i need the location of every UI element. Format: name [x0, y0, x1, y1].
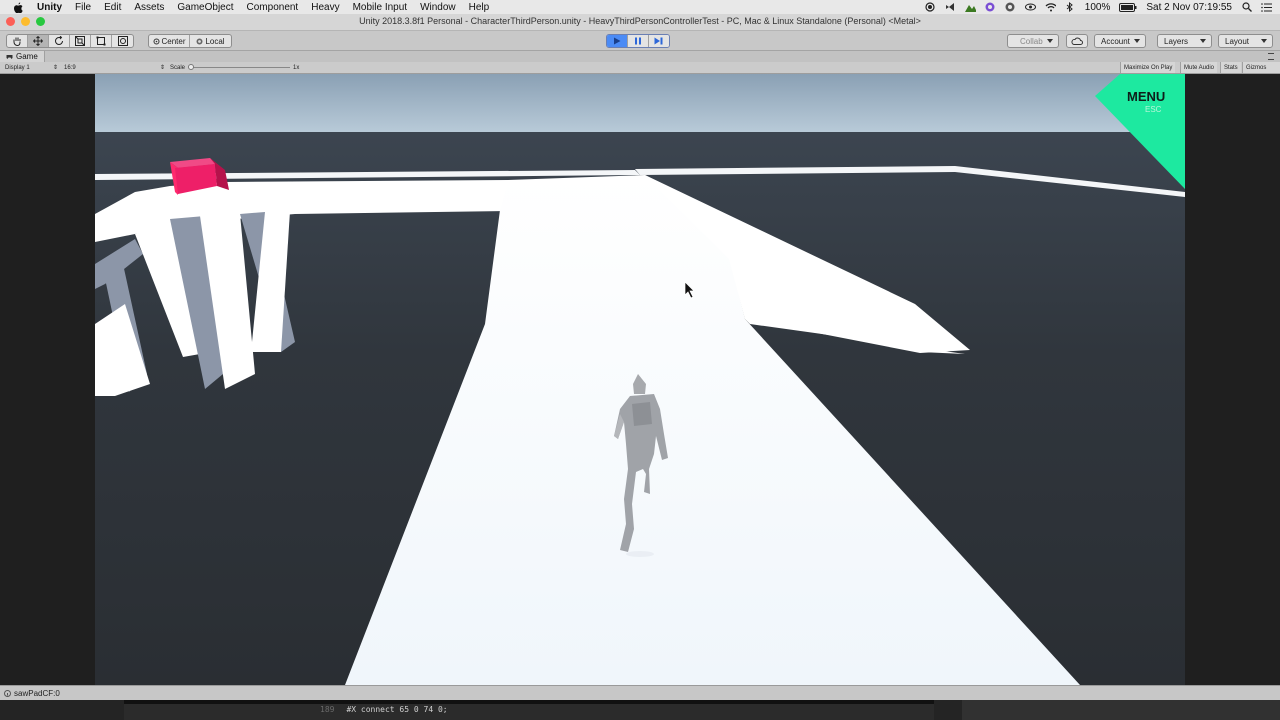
- status-tray: 100% Sat 2 Nov 07:19:55: [925, 0, 1272, 14]
- code-line-number: 189: [320, 705, 335, 714]
- transform-tools: [6, 34, 134, 48]
- game-viewport[interactable]: MENU ESC: [0, 74, 1280, 685]
- background-right-panel: [962, 700, 1280, 720]
- step-forward-icon: [654, 37, 663, 45]
- eye-icon[interactable]: [1024, 2, 1036, 13]
- tab-game[interactable]: Game: [0, 51, 45, 62]
- screen: Unity File Edit Assets GameObject Compon…: [0, 0, 1280, 720]
- system-menu-bar: Unity File Edit Assets GameObject Compon…: [0, 0, 1280, 14]
- battery-percent: 100%: [1084, 1, 1111, 13]
- aspect-dropdown[interactable]: 16:9 ⇕: [64, 63, 165, 72]
- transform-tool-button[interactable]: [112, 35, 133, 47]
- scale-tool-button[interactable]: [70, 35, 91, 47]
- status-bar: sawPadCF:0: [0, 685, 1280, 700]
- move-icon: [33, 36, 43, 46]
- menu-assets[interactable]: Assets: [134, 2, 164, 13]
- scale-slider-track[interactable]: [190, 67, 290, 68]
- pivot-center-button[interactable]: Center: [149, 35, 191, 47]
- account-dropdown[interactable]: Account: [1094, 34, 1146, 48]
- wifi-icon[interactable]: [1045, 2, 1056, 13]
- battery-icon[interactable]: [1119, 2, 1137, 13]
- bluetooth-icon[interactable]: [1065, 2, 1076, 13]
- scale-icon: [75, 36, 85, 46]
- game-tab-strip: Game: [0, 51, 1280, 62]
- display-dropdown[interactable]: Display 1 ⇕: [5, 63, 58, 72]
- mountain-icon[interactable]: [964, 2, 976, 13]
- aspect-label: 16:9: [64, 64, 76, 71]
- layers-label: Layers: [1164, 36, 1189, 46]
- game-view-bar: Display 1 ⇕ 16:9 ⇕ Scale 1x Maximize On Pl…: [0, 62, 1280, 74]
- rect-tool-button[interactable]: [91, 35, 112, 47]
- menu-gameobject[interactable]: GameObject: [177, 2, 233, 13]
- game-scene[interactable]: [95, 74, 1185, 685]
- step-button[interactable]: [648, 35, 669, 47]
- game-menu-label[interactable]: MENU: [1127, 89, 1165, 104]
- menu-app-unity[interactable]: Unity: [37, 2, 62, 13]
- code-editor-panel: [124, 700, 934, 720]
- layers-dropdown[interactable]: Layers: [1157, 34, 1212, 48]
- clock[interactable]: Sat 2 Nov 07:19:55: [1146, 2, 1232, 13]
- move-tool-button[interactable]: [28, 35, 49, 47]
- menu-edit[interactable]: Edit: [104, 2, 121, 13]
- menu-help[interactable]: Help: [469, 2, 490, 13]
- play-button[interactable]: [607, 35, 629, 47]
- scale-slider-knob[interactable]: [188, 64, 194, 70]
- info-icon: [4, 689, 11, 697]
- collab-dropdown[interactable]: Collab: [1007, 34, 1059, 48]
- local-icon: [196, 38, 203, 44]
- purple-app-icon[interactable]: [985, 2, 996, 13]
- space-label: Local: [205, 36, 225, 46]
- window-title-bar: Unity 2018.3.8f1 Personal - CharacterThi…: [0, 14, 1280, 31]
- code-text: #X connect 65 0 74 0;: [346, 705, 448, 714]
- scale-value: 1x: [293, 64, 300, 71]
- pivot-label: Center: [161, 36, 186, 46]
- notification-center-icon[interactable]: [1261, 2, 1272, 13]
- stats-toggle[interactable]: Stats: [1220, 62, 1241, 73]
- display-label: Display 1: [5, 64, 30, 71]
- maximize-on-play-toggle[interactable]: Maximize On Play: [1120, 62, 1176, 73]
- cloud-icon: [1071, 37, 1083, 45]
- unity-toolbar: Center Local Collab Account Layers Layou…: [0, 31, 1280, 51]
- visual-studio-icon[interactable]: [945, 2, 956, 13]
- collab-label: Collab: [1020, 36, 1043, 46]
- pivot-icon: [153, 38, 159, 44]
- status-message[interactable]: sawPadCF:0: [14, 689, 60, 698]
- account-label: Account: [1101, 36, 1130, 46]
- menu-heavy[interactable]: Heavy: [311, 2, 339, 13]
- play-controls: [606, 34, 670, 48]
- window-title: Unity 2018.3.8f1 Personal - CharacterThi…: [359, 16, 921, 26]
- menu-file[interactable]: File: [75, 2, 91, 13]
- rect-icon: [96, 36, 106, 46]
- menu-window[interactable]: Window: [420, 2, 456, 13]
- pause-button[interactable]: [628, 35, 649, 47]
- game-controller-icon: [6, 55, 13, 59]
- pause-icon: [635, 37, 641, 45]
- menu-mobile-input[interactable]: Mobile Input: [353, 2, 407, 13]
- hand-tool-button[interactable]: [7, 35, 28, 47]
- transform-icon: [117, 36, 128, 46]
- menu-component[interactable]: Component: [247, 2, 299, 13]
- mute-audio-toggle[interactable]: Mute Audio: [1180, 62, 1218, 73]
- hand-icon: [13, 37, 21, 46]
- cloud-button[interactable]: [1066, 34, 1088, 48]
- layout-dropdown[interactable]: Layout: [1218, 34, 1273, 48]
- tab-menu-icon[interactable]: [1268, 53, 1274, 60]
- apple-icon[interactable]: [13, 2, 27, 13]
- play-icon: [614, 37, 621, 45]
- browser-icon[interactable]: [1005, 2, 1016, 13]
- rotate-tool-button[interactable]: [49, 35, 70, 47]
- gizmos-dropdown[interactable]: Gizmos: [1242, 62, 1280, 73]
- rotate-icon: [55, 36, 63, 45]
- pivot-local-button[interactable]: Local: [190, 35, 231, 47]
- game-esc-hint: ESC: [1145, 105, 1162, 114]
- code-line: 189 #X connect 65 0 74 0;: [320, 705, 448, 714]
- layout-label: Layout: [1225, 36, 1250, 46]
- tab-game-label: Game: [16, 52, 38, 61]
- scale-label: Scale: [170, 64, 186, 71]
- spotlight-search-icon[interactable]: [1241, 2, 1252, 13]
- record-icon[interactable]: [925, 2, 936, 13]
- pivot-controls: Center Local: [148, 34, 232, 48]
- sky: [95, 74, 1185, 132]
